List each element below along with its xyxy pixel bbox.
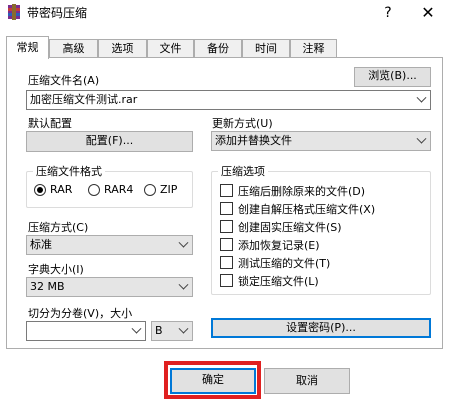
archive-name-value: 加密压缩文件测试.rar — [30, 93, 138, 106]
profiles-button[interactable]: 配置(F)... — [26, 131, 193, 152]
dictionary-size-label: 字典大小(I) — [28, 263, 84, 276]
cancel-button[interactable]: 取消 — [264, 368, 350, 394]
archive-format-label: 压缩文件格式 — [33, 163, 105, 179]
tab-advanced[interactable]: 高级 — [49, 39, 98, 58]
compression-method-select[interactable]: 标准 — [26, 235, 193, 255]
lock-archive-checkbox[interactable] — [220, 274, 233, 287]
format-rar-radio[interactable] — [34, 184, 46, 196]
set-password-button[interactable]: 设置密码(P)... — [211, 318, 431, 338]
create-sfx-label: 创建自解压格式压缩文件(X) — [238, 203, 376, 216]
tab-backup[interactable]: 备份 — [194, 39, 242, 58]
delete-after-label: 压缩后删除原来的文件(D) — [238, 185, 366, 198]
tab-general[interactable]: 常规 — [6, 36, 49, 59]
chevron-down-icon — [416, 92, 427, 103]
test-files-checkbox[interactable] — [220, 256, 233, 269]
tab-options[interactable]: 选项 — [98, 39, 147, 58]
create-solid-checkbox[interactable] — [220, 220, 233, 233]
tab-strip: 常规 高级 选项 文件 备份 时间 注释 — [6, 36, 337, 59]
chevron-down-icon — [178, 323, 189, 334]
create-solid-label: 创建固实压缩文件(S) — [238, 221, 342, 234]
update-mode-value: 添加并替换文件 — [215, 134, 292, 147]
split-unit-select[interactable]: B — [151, 321, 193, 341]
update-mode-select[interactable]: 添加并替换文件 — [211, 131, 431, 151]
format-zip-label: ZIP — [160, 183, 178, 196]
dictionary-size-value: 32 MB — [30, 280, 65, 293]
winrar-archive-icon — [8, 4, 20, 20]
split-size-combo[interactable] — [26, 321, 146, 341]
split-volumes-label: 切分为分卷(V)，大小 — [28, 307, 133, 320]
archive-name-label: 压缩文件名(A) — [28, 74, 100, 87]
help-button[interactable]: ? — [376, 2, 400, 24]
archiving-options-label: 压缩选项 — [218, 163, 268, 179]
chevron-down-icon — [131, 323, 142, 334]
tab-files[interactable]: 文件 — [147, 39, 194, 58]
recovery-record-checkbox[interactable] — [220, 238, 233, 251]
window-title: 带密码压缩 — [27, 6, 88, 20]
chevron-down-icon — [178, 279, 189, 290]
update-mode-label: 更新方式(U) — [212, 117, 273, 130]
close-button[interactable]: ✕ — [414, 2, 442, 24]
radio-dot — [37, 187, 43, 193]
format-zip-radio[interactable] — [144, 184, 156, 196]
format-rar-label: RAR — [50, 183, 73, 196]
delete-after-checkbox[interactable] — [220, 184, 233, 197]
lock-archive-label: 锁定压缩文件(L) — [238, 275, 319, 288]
test-files-label: 测试压缩的文件(T) — [238, 257, 331, 270]
chevron-down-icon — [416, 133, 427, 144]
tab-comment[interactable]: 注释 — [290, 39, 337, 58]
recovery-record-label: 添加恢复记录(E) — [238, 239, 320, 252]
chevron-down-icon — [178, 237, 189, 248]
format-rar4-radio[interactable] — [88, 184, 100, 196]
archive-name-combo[interactable]: 加密压缩文件测试.rar — [26, 90, 431, 110]
annotation-highlight-box — [164, 361, 261, 399]
split-unit-value: B — [155, 324, 163, 337]
browse-button[interactable]: 浏览(B)... — [354, 67, 431, 87]
dictionary-size-select[interactable]: 32 MB — [26, 277, 193, 297]
create-sfx-checkbox[interactable] — [220, 202, 233, 215]
compression-method-value: 标准 — [30, 238, 52, 251]
tab-time[interactable]: 时间 — [242, 39, 290, 58]
default-profile-label: 默认配置 — [28, 117, 72, 130]
compression-method-label: 压缩方式(C) — [28, 221, 89, 234]
format-rar4-label: RAR4 — [104, 183, 134, 196]
